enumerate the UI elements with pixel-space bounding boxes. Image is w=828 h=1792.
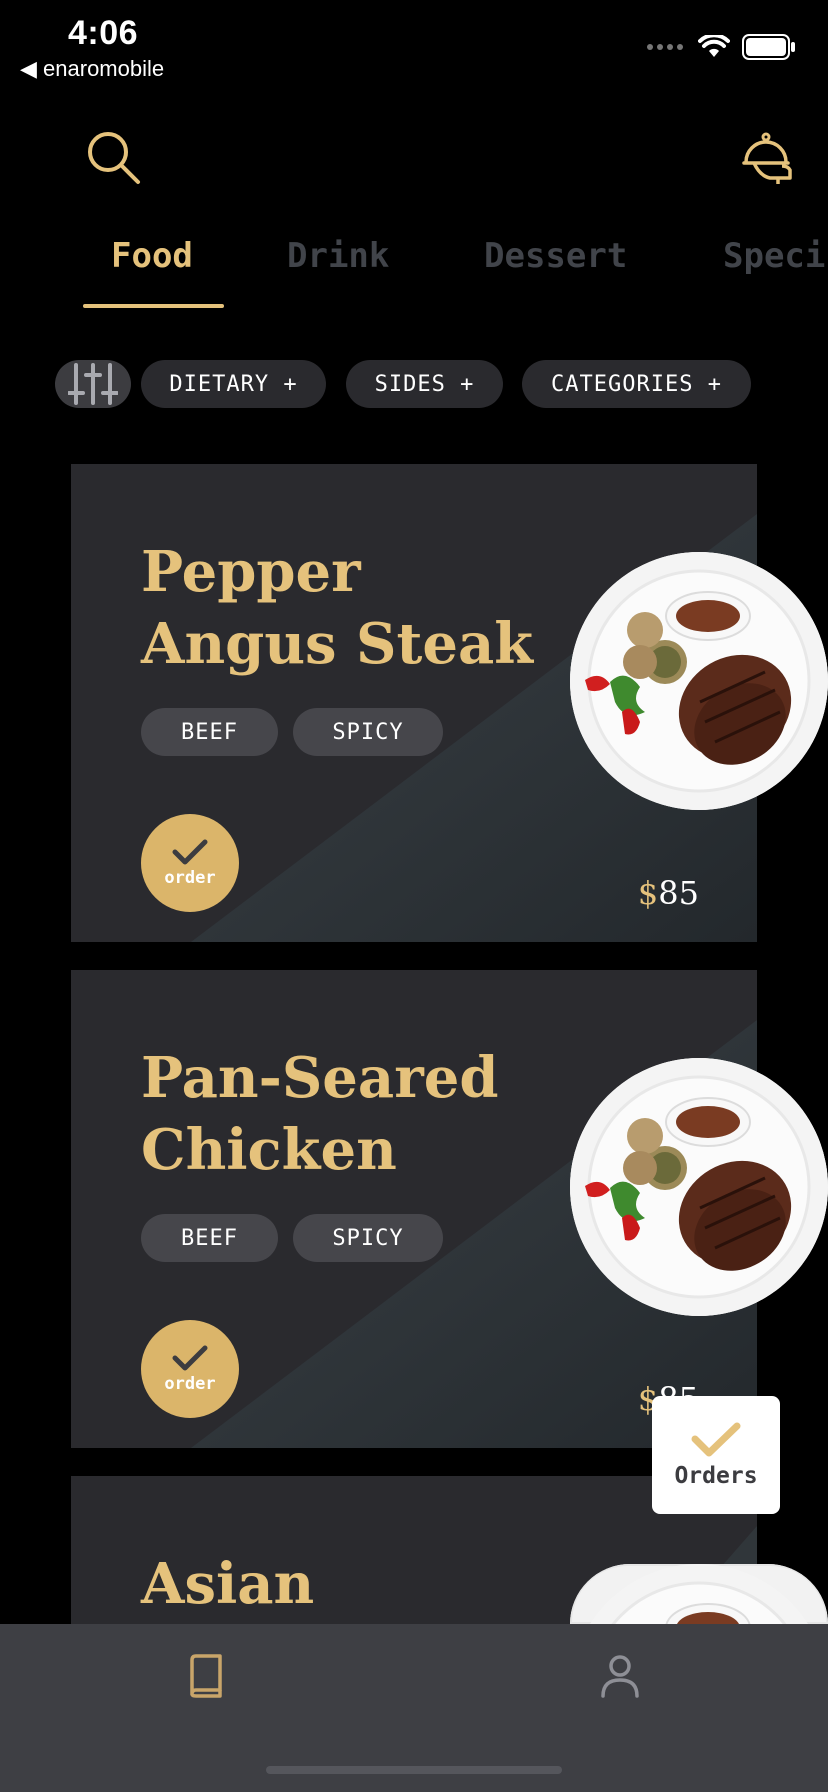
search-button[interactable]: [86, 130, 142, 190]
home-indicator: [266, 1766, 562, 1774]
filter-settings-button[interactable]: [55, 360, 131, 408]
wifi-icon: [698, 35, 730, 57]
user-icon: [601, 1655, 639, 1698]
service-bell-button[interactable]: [742, 132, 794, 190]
back-to-app-link[interactable]: ◀ enaromobile: [20, 56, 164, 82]
checkmark-icon: [172, 839, 208, 865]
orders-button[interactable]: Orders: [652, 1396, 780, 1514]
tag-spicy: SPICY: [293, 1214, 443, 1262]
dish-title: Pepper Angus Steak: [141, 539, 534, 677]
bottom-navigation: [0, 1624, 828, 1792]
category-tabs: Food Drink Dessert Speci: [0, 236, 828, 308]
sliders-icon: [68, 363, 118, 405]
checkmark-icon: [172, 1345, 208, 1371]
filter-chip-dietary[interactable]: DIETARY +: [141, 360, 326, 408]
checkmark-icon: [691, 1422, 741, 1457]
dish-image: [570, 1564, 828, 1624]
nav-profile-tab[interactable]: [600, 1654, 640, 1702]
dish-title: Asian: [141, 1551, 315, 1617]
status-time: 4:06: [68, 14, 139, 52]
tab-drink[interactable]: Drink: [287, 236, 389, 276]
book-icon: [190, 1654, 222, 1698]
filter-chip-categories[interactable]: CATEGORIES +: [522, 360, 751, 408]
search-icon: [88, 132, 140, 184]
filter-chip-sides[interactable]: SIDES +: [346, 360, 503, 408]
order-button[interactable]: order: [141, 814, 239, 912]
tag-beef: BEEF: [141, 708, 278, 756]
order-label: order: [164, 868, 216, 888]
signal-icon: [647, 44, 683, 50]
tag-spicy: SPICY: [293, 708, 443, 756]
dish-image: [570, 552, 828, 810]
nav-menu-tab[interactable]: [186, 1654, 226, 1702]
service-bell-icon: [742, 132, 792, 184]
tab-food[interactable]: Food: [111, 236, 193, 276]
order-button[interactable]: order: [141, 1320, 239, 1418]
status-indicators: [646, 34, 796, 60]
orders-label: Orders: [674, 1463, 758, 1489]
active-tab-indicator: [83, 304, 224, 308]
tab-specials[interactable]: Speci: [723, 236, 825, 276]
order-label: order: [164, 1374, 216, 1394]
tab-dessert[interactable]: Dessert: [484, 236, 627, 276]
battery-icon: [742, 34, 795, 60]
dish-title: Pan-Seared Chicken: [141, 1045, 499, 1183]
dish-price: $85: [637, 874, 699, 912]
tag-beef: BEEF: [141, 1214, 278, 1262]
dish-image: [570, 1058, 828, 1316]
